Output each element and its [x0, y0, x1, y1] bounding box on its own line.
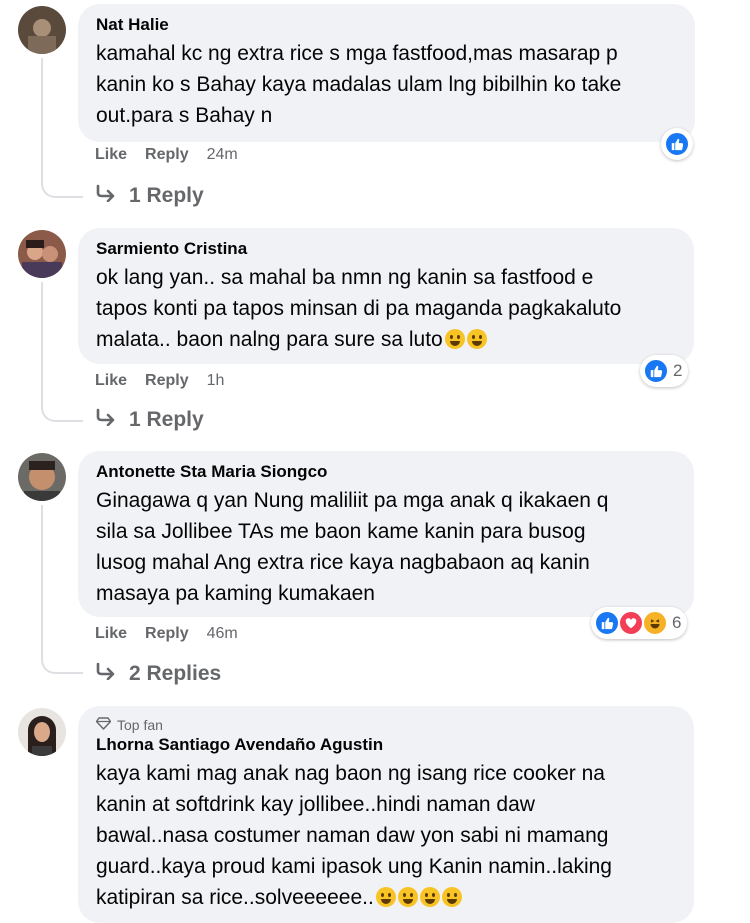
thread-line: [41, 58, 43, 178]
like-reaction-icon: [643, 358, 669, 384]
reply-link[interactable]: Reply: [145, 146, 189, 164]
comment-time[interactable]: 1h: [207, 372, 225, 390]
like-link[interactable]: Like: [95, 625, 127, 643]
avatar[interactable]: [18, 708, 66, 756]
comment-actions: Like Reply 1h: [95, 372, 224, 390]
reply-link[interactable]: Reply: [145, 372, 189, 390]
laughing-emoji-icon: [441, 887, 462, 907]
reaction-summary[interactable]: 2: [640, 355, 689, 387]
commenter-name[interactable]: Antonette Sta Maria Siongco: [96, 461, 674, 483]
like-reaction-icon: [664, 131, 690, 157]
comment-text: kamahal kc ng extra rice s mga fastfood,…: [96, 42, 622, 127]
avatar[interactable]: [18, 6, 66, 54]
comment-actions: Like Reply 24m: [95, 146, 238, 164]
comment-text: Ginagawa q yan Nung maliliit pa mga anak…: [96, 489, 609, 605]
view-replies[interactable]: 1 Reply: [95, 408, 204, 432]
like-link[interactable]: Like: [95, 372, 127, 390]
laughing-emoji-icon: [419, 887, 440, 907]
commenter-name[interactable]: Sarmiento Cristina: [96, 238, 674, 260]
reply-arrow-icon: [95, 408, 117, 432]
laughing-emoji-icon: [397, 887, 418, 907]
thread-line: [41, 505, 43, 653]
avatar[interactable]: [18, 453, 66, 501]
reply-arrow-icon: [95, 184, 117, 208]
comment-time[interactable]: 46m: [207, 625, 238, 643]
comment-bubble: Top fan Lhorna Santiago Avendaño Agustin…: [78, 706, 694, 923]
grinning-emoji-icon: [444, 329, 465, 349]
like-reaction-icon: [594, 610, 620, 636]
view-replies[interactable]: 1 Reply: [95, 184, 204, 208]
reaction-summary[interactable]: [661, 128, 693, 160]
comment-actions: Like Reply 46m: [95, 625, 238, 643]
thread-curve: [41, 398, 83, 422]
view-replies[interactable]: 2 Replies: [95, 662, 221, 686]
commenter-name[interactable]: Lhorna Santiago Avendaño Agustin: [96, 734, 674, 756]
reply-arrow-icon: [95, 662, 117, 686]
comment-time[interactable]: 24m: [207, 146, 238, 164]
reply-link[interactable]: Reply: [145, 625, 189, 643]
comment-text: kaya kami mag anak nag baon ng isang ric…: [96, 762, 612, 909]
comment-bubble: Nat Halie kamahal kc ng extra rice s mga…: [78, 4, 695, 142]
love-reaction-icon: [618, 610, 644, 636]
top-fan-badge: Top fan: [95, 716, 674, 734]
reaction-summary[interactable]: 6: [591, 607, 688, 639]
reaction-count: 2: [673, 361, 683, 380]
thread-curve: [41, 650, 83, 674]
thread-curve: [41, 174, 83, 198]
reaction-count: 6: [672, 613, 682, 632]
comment-bubble: Sarmiento Cristina ok lang yan.. sa maha…: [78, 228, 694, 364]
haha-reaction-icon: [642, 610, 668, 636]
top-fan-diamond-icon: [95, 716, 112, 734]
avatar[interactable]: [18, 230, 66, 278]
laughing-emoji-icon: [375, 887, 396, 907]
comment-bubble: Antonette Sta Maria Siongco Ginagawa q y…: [78, 451, 694, 617]
comment-text: ok lang yan.. sa mahal ba nmn ng kanin s…: [96, 266, 622, 351]
smiling-emoji-icon: [466, 329, 487, 349]
like-link[interactable]: Like: [95, 146, 127, 164]
commenter-name[interactable]: Nat Halie: [96, 14, 675, 36]
thread-line: [41, 282, 43, 402]
